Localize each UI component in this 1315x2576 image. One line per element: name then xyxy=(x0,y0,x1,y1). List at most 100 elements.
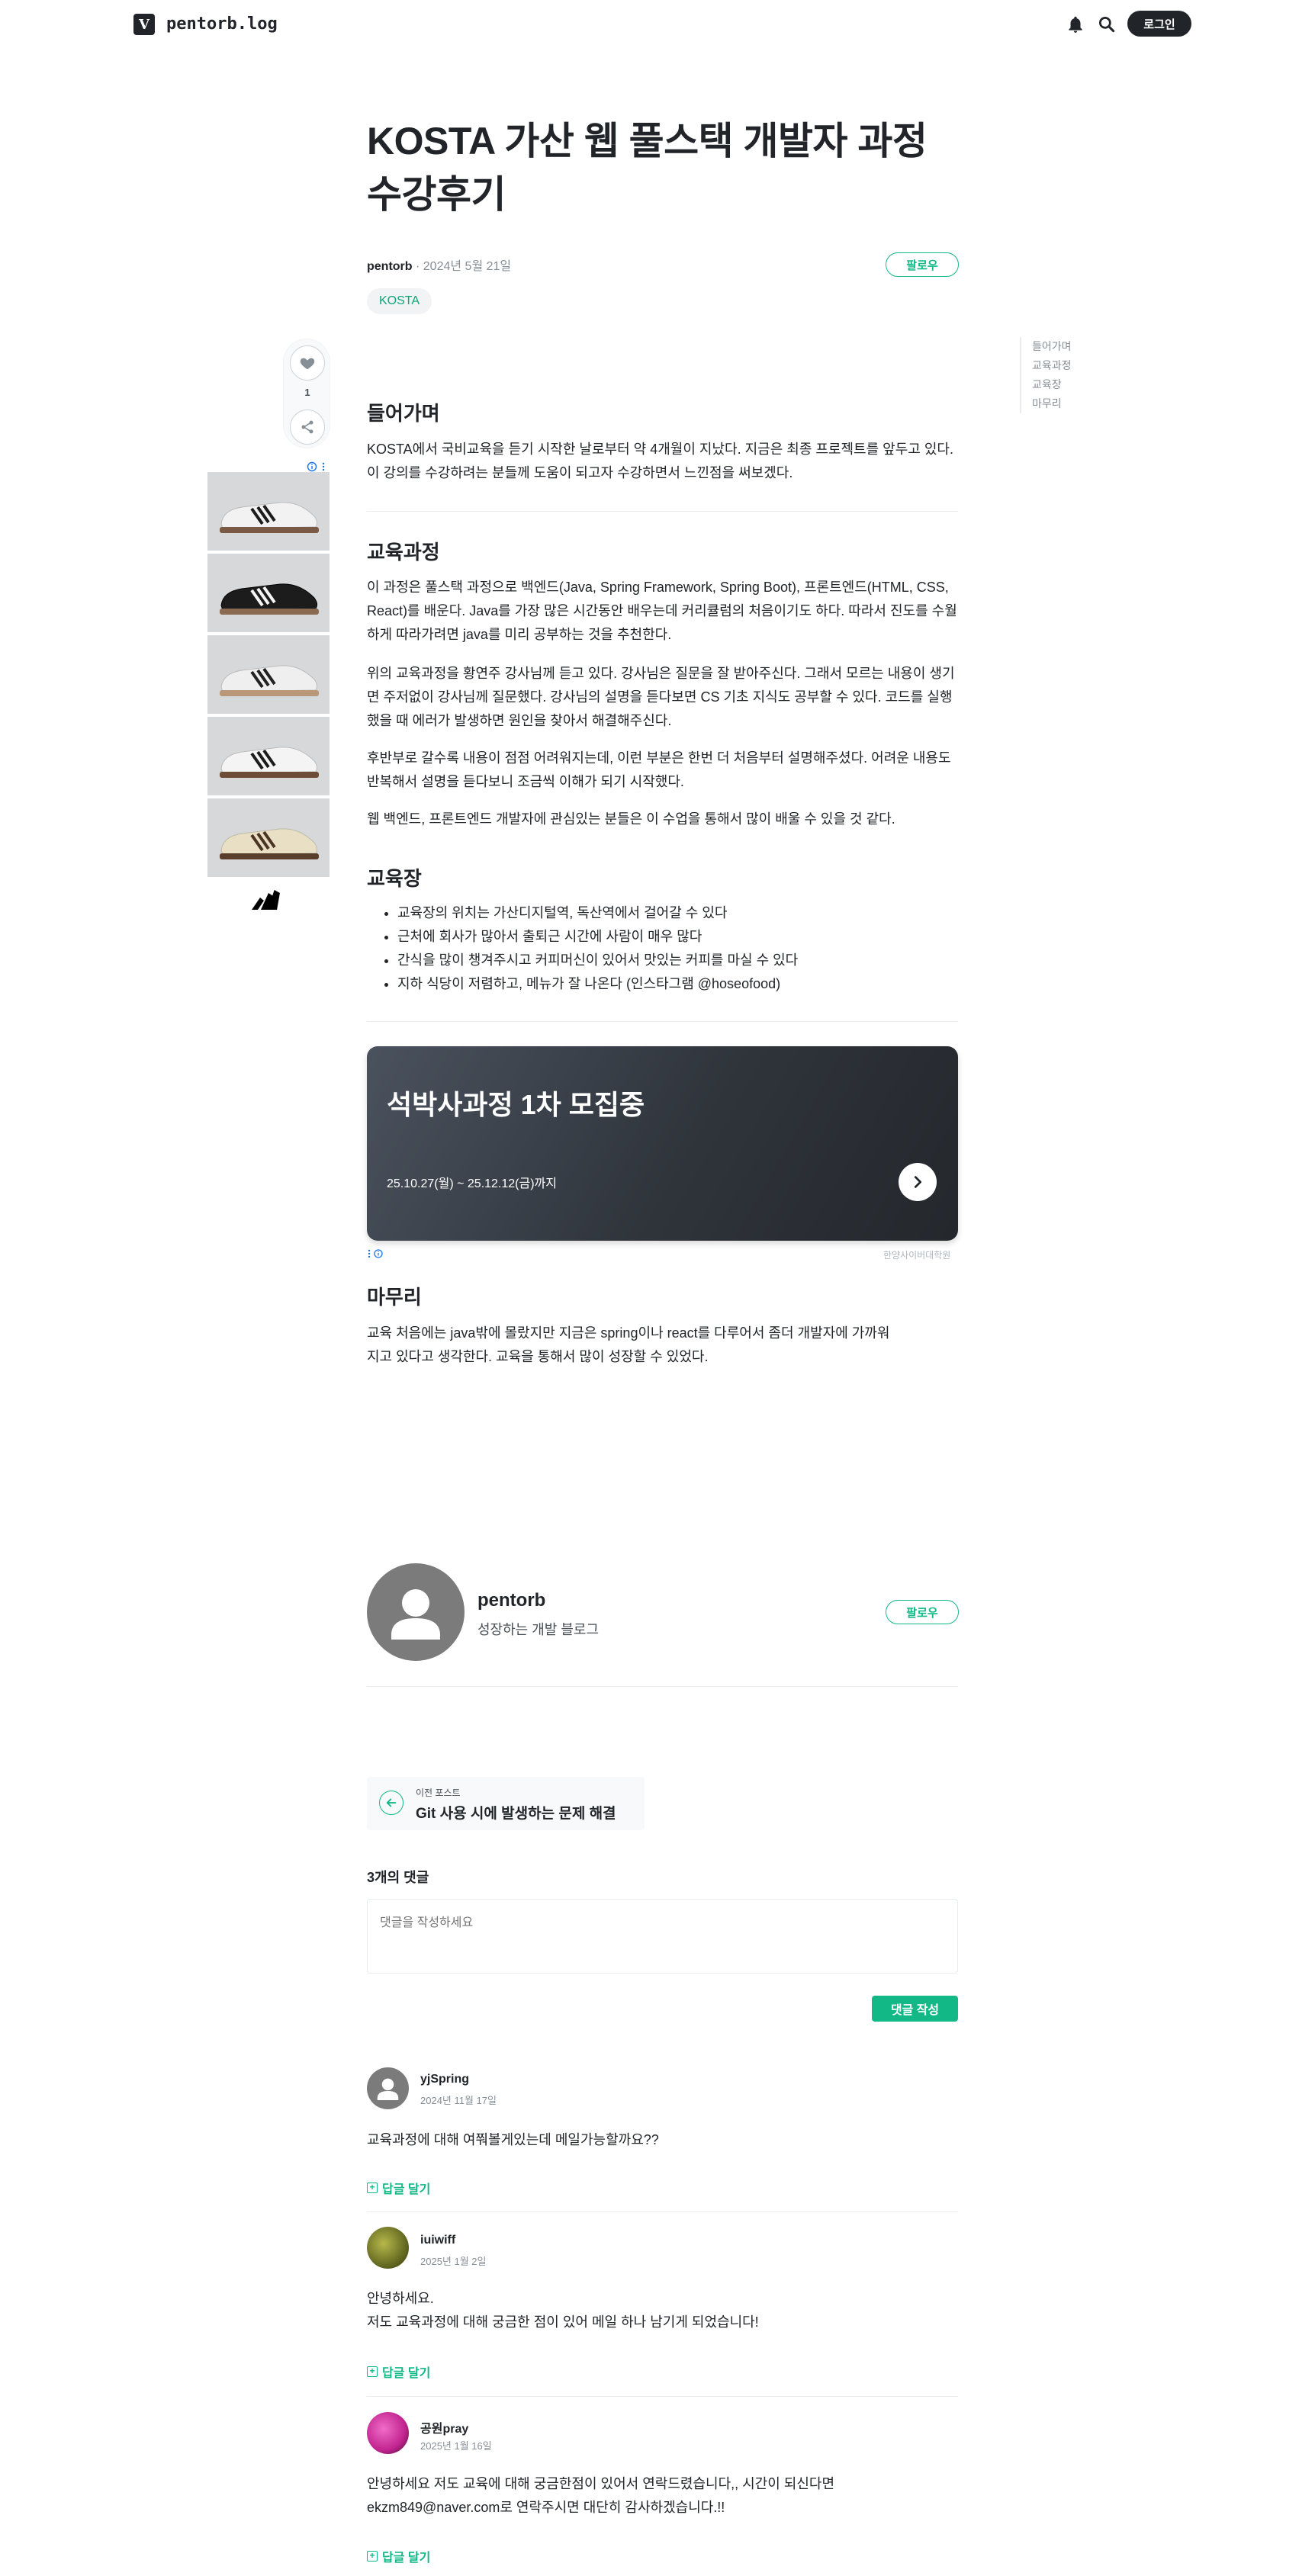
reply-label: 답글 달기 xyxy=(382,2367,431,2380)
reply-label: 답글 달기 xyxy=(382,2183,431,2196)
share-icon xyxy=(301,420,313,434)
table-of-contents: 들어가며 교육과정 교육장 마무리 xyxy=(1020,337,1072,413)
comment-text-line: 안녕하세요 저도 교육에 대해 궁금한점이 있어서 연락드렸습니다,, 시간이 … xyxy=(367,2476,835,2491)
commenter-avatar[interactable] xyxy=(367,2067,409,2109)
paragraph: 후반부로 갈수록 내용이 점점 어려워지는데, 이런 부분은 한번 더 처음부터… xyxy=(367,750,951,789)
comment-text-line: 저도 교육과정에 대해 궁금한 점이 있어 메일 하나 남기게 되었습니다! xyxy=(367,2314,759,2330)
like-count: 1 xyxy=(304,387,310,398)
search-icon[interactable] xyxy=(1097,14,1117,34)
post-title: KOSTA 가산 웹 풀스택 개발자 과정 수강후기 xyxy=(367,120,928,216)
user-silhouette-icon xyxy=(391,1589,440,1640)
notification-bell-icon[interactable] xyxy=(1066,14,1085,34)
ad-info-icon[interactable] xyxy=(307,461,328,472)
section-heading: 마무리 xyxy=(367,1286,422,1309)
plus-box-icon: + xyxy=(367,2183,378,2193)
banner-next-button[interactable] xyxy=(899,1163,937,1201)
reply-button[interactable]: + 답글 달기 xyxy=(367,2547,430,2565)
chevron-right-icon xyxy=(914,1176,922,1188)
shoe-product-2[interactable] xyxy=(207,554,330,632)
shoe-product-1[interactable] xyxy=(207,472,330,551)
user-silhouette-icon xyxy=(377,2078,399,2100)
section-heading: 교육장 xyxy=(367,867,422,890)
reply-button[interactable]: + 답글 달기 xyxy=(367,2179,430,2197)
shoe-image xyxy=(220,583,319,615)
reply-button[interactable]: + 답글 달기 xyxy=(367,2362,430,2381)
section-heading: 교육과정 xyxy=(367,541,440,564)
prev-arrow xyxy=(379,1791,404,1815)
divider xyxy=(367,1686,958,1687)
shoe-product-4[interactable] xyxy=(207,717,330,795)
banner-subtitle: 25.10.27(월) ~ 25.12.12(금)까지 xyxy=(387,1177,557,1190)
banner-ad[interactable]: 석박사과정 1차 모집중 25.10.27(월) ~ 25.12.12(금)까지 xyxy=(367,1046,958,1241)
prev-post-title: Git 사용 시에 발생하는 문제 해결 xyxy=(416,1806,616,1822)
list-item: 간식을 많이 챙겨주시고 커피머신이 있어서 맛있는 커피를 마실 수 있다 xyxy=(397,949,958,972)
divider xyxy=(367,2211,958,2212)
ad-source: 한양사이버대학원 xyxy=(883,1250,951,1261)
shoe-image xyxy=(220,502,319,533)
commenter-avatar[interactable] xyxy=(367,2412,409,2454)
plus-box-icon: + xyxy=(367,2551,378,2562)
top-header: V pentorb.log 로그인 xyxy=(0,0,1315,49)
commenter-avatar[interactable] xyxy=(367,2227,409,2269)
comment-text: 교육과정에 대해 여쭤볼게있는데 메일가능할까요?? xyxy=(367,2132,659,2147)
author-avatar[interactable] xyxy=(367,1563,465,1661)
divider xyxy=(367,2396,958,2397)
banner-title: 석박사과정 1차 모집중 xyxy=(387,1089,645,1120)
blog-name-link[interactable]: pentorb.log xyxy=(166,14,278,34)
share-button[interactable] xyxy=(290,410,325,445)
like-button[interactable] xyxy=(290,345,325,381)
post-date: 2024년 5월 21일 xyxy=(423,260,512,273)
shoe-image xyxy=(220,665,319,696)
comment-date: 2025년 1월 16일 xyxy=(420,2440,492,2452)
shoe-product-5[interactable] xyxy=(207,798,330,877)
comment-input[interactable] xyxy=(367,1899,958,1974)
paragraph: 교육 처음에는 java밖에 몰랐지만 지금은 spring이나 react를 … xyxy=(367,1325,890,1364)
meta-separator: · xyxy=(416,260,423,273)
author-description: 성장하는 개발 블로그 xyxy=(477,1622,600,1637)
comment-date: 2024년 11월 17일 xyxy=(420,2095,497,2106)
paragraph: 위의 교육과정을 황연주 강사님께 듣고 있다. 강사님은 질문을 잘 받아주신… xyxy=(367,666,955,728)
comment-text-line: 안녕하세요. xyxy=(367,2291,434,2306)
toc-item[interactable]: 들어가며 xyxy=(1032,337,1072,356)
reply-label: 답글 달기 xyxy=(382,2552,431,2565)
toc-item[interactable]: 교육장 xyxy=(1032,375,1072,394)
divider xyxy=(367,1021,958,1022)
submit-comment-button[interactable]: 댓글 작성 xyxy=(872,1996,958,2022)
paragraph: 웹 백엔드, 프론트엔드 개발자에 관심있는 분들은 이 수업을 통해서 많이 … xyxy=(367,811,895,827)
commenter-name[interactable]: iuiwiff xyxy=(420,2234,455,2247)
post-meta: pentorb · 2024년 5월 21일 xyxy=(367,255,511,274)
brand-logo-icon xyxy=(252,890,280,910)
comment-text-line: ekzm849@naver.com로 연락주시면 대단히 감사하겠습니다.!! xyxy=(367,2500,725,2515)
side-shoe-ad[interactable] xyxy=(207,461,330,910)
shoe-image xyxy=(220,747,319,778)
commenter-name[interactable]: 공원pray xyxy=(420,2418,468,2436)
toc-item[interactable]: 마무리 xyxy=(1032,394,1072,413)
prev-post-label: 이전 포스트 xyxy=(416,1787,461,1798)
ad-info-icon[interactable] xyxy=(367,1248,390,1259)
divider xyxy=(367,511,958,512)
comment-count: 3개의 댓글 xyxy=(367,1870,429,1885)
post-tag[interactable]: KOSTA xyxy=(367,288,432,314)
login-button[interactable]: 로그인 xyxy=(1127,11,1191,37)
commenter-name[interactable]: yjSpring xyxy=(420,2073,469,2086)
list-item: 근처에 회사가 많아서 출퇴근 시간에 사람이 매우 많다 xyxy=(397,925,958,949)
shoe-image xyxy=(220,828,319,859)
follow-button-profile[interactable]: 팔로우 xyxy=(886,1600,959,1624)
toc-item[interactable]: 교육과정 xyxy=(1032,356,1072,375)
comment-date: 2025년 1월 2일 xyxy=(420,2256,487,2267)
paragraph: 이 과정은 풀스택 과정으로 백엔드(Java, Spring Framewor… xyxy=(367,580,957,642)
velog-logo[interactable]: V xyxy=(133,14,155,35)
like-share-panel: 1 xyxy=(283,339,330,448)
previous-post-link[interactable]: 이전 포스트 Git 사용 시에 발생하는 문제 해결 xyxy=(367,1777,645,1830)
post-author[interactable]: pentorb xyxy=(367,260,413,273)
follow-button-top[interactable]: 팔로우 xyxy=(886,252,959,277)
heart-icon xyxy=(300,358,315,370)
paragraph: KOSTA에서 국비교육을 듣기 시작한 날로부터 약 4개월이 지났다. 지금… xyxy=(367,442,953,480)
arrow-left-icon xyxy=(386,1798,397,1807)
bullet-list: 교육장의 위치는 가산디지털역, 독산역에서 걸어갈 수 있다 근처에 회사가 … xyxy=(367,901,958,996)
section-heading: 들어가며 xyxy=(367,402,440,425)
author-name[interactable]: pentorb xyxy=(477,1590,545,1611)
shoe-product-3[interactable] xyxy=(207,635,330,714)
list-item: 지하 식당이 저렴하고, 메뉴가 잘 나온다 (인스타그램 @hoseofood… xyxy=(397,972,958,996)
list-item: 교육장의 위치는 가산디지털역, 독산역에서 걸어갈 수 있다 xyxy=(397,901,958,925)
